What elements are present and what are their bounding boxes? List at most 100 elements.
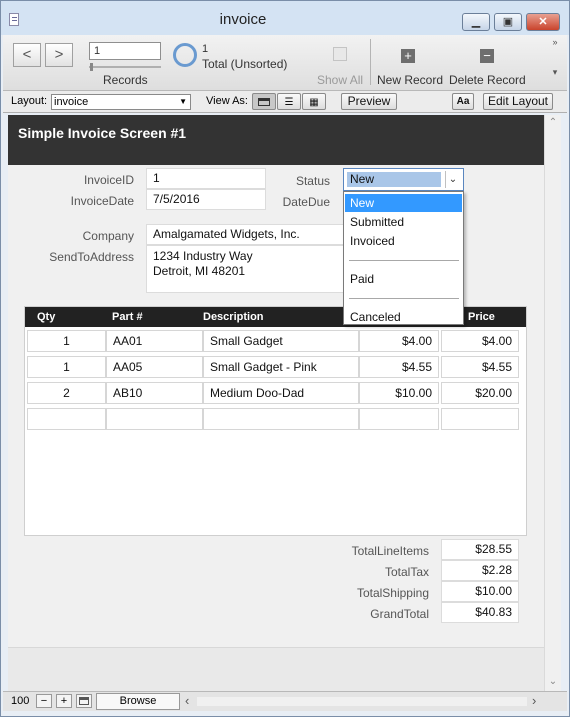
title-bar: invoice ▁ ▣ ✕ <box>1 1 569 35</box>
zoom-level[interactable]: 100 <box>11 695 29 707</box>
maximize-icon: ▣ <box>502 16 514 28</box>
formatting-bar-button[interactable]: Aa <box>452 93 474 110</box>
show-all-button[interactable]: Show All <box>317 73 363 87</box>
layout-select-value: invoice <box>54 96 89 108</box>
status-option-submitted[interactable]: Submitted <box>345 213 462 231</box>
unit-price-cell[interactable]: $4.55 <box>359 356 439 378</box>
address-line-1: 1234 Industry Way <box>153 249 253 263</box>
unit-price-cell[interactable]: $10.00 <box>359 382 439 404</box>
date-due-label: DateDue <box>282 195 330 209</box>
status-option-invoiced[interactable]: Invoiced <box>345 232 462 250</box>
view-as-label: View As: <box>206 95 248 107</box>
zoom-out-button[interactable]: − <box>36 694 52 708</box>
price-cell[interactable]: $20.00 <box>441 382 519 404</box>
description-cell[interactable]: Small Gadget <box>203 330 359 352</box>
new-record-icon: + <box>401 49 415 63</box>
invoice-date-field[interactable]: 7/5/2016 <box>146 189 266 210</box>
toolbar-overflow-icon[interactable]: » ▾ <box>549 37 561 87</box>
invoice-date-label: InvoiceDate <box>70 194 134 208</box>
mode-label: Browse <box>119 695 157 707</box>
scroll-up-icon[interactable]: ⌃ <box>545 117 561 128</box>
status-option-canceled[interactable]: Canceled <box>345 308 462 326</box>
status-popup-field[interactable]: New ⌄ <box>343 168 464 191</box>
status-option-new[interactable]: New <box>345 194 462 212</box>
view-as-list-button[interactable]: ☰ <box>277 93 301 110</box>
mode-selector[interactable]: Browse <box>96 693 180 710</box>
chevron-right-icon: > <box>54 46 64 63</box>
record-slider-thumb[interactable] <box>90 63 93 71</box>
scroll-down-icon[interactable]: ⌄ <box>545 676 561 687</box>
invoice-id-field[interactable]: 1 <box>146 168 266 189</box>
address-line-2: Detroit, MI 48201 <box>153 264 246 278</box>
description-cell[interactable]: Small Gadget - Pink <box>203 356 359 378</box>
qty-cell[interactable]: 1 <box>27 356 106 378</box>
company-field[interactable]: Amalgamated Widgets, Inc. <box>146 224 344 245</box>
total-shipping-field[interactable]: $10.00 <box>441 581 519 602</box>
grand-total-field[interactable]: $40.83 <box>441 602 519 623</box>
scroll-left-icon[interactable]: ‹ <box>185 693 189 708</box>
zoom-in-button[interactable]: + <box>56 694 72 708</box>
maximize-button[interactable]: ▣ <box>494 13 522 31</box>
edit-layout-button[interactable]: Edit Layout <box>483 93 553 110</box>
status-option-paid[interactable]: Paid <box>345 270 462 288</box>
status-toolbar: < > 1 Records 1 Total (Unsorted) Show Al… <box>3 35 567 91</box>
view-as-table-button[interactable]: ▦ <box>302 93 326 110</box>
description-cell-empty[interactable] <box>203 408 359 430</box>
send-to-address-field[interactable]: 1234 Industry Way Detroit, MI 48201 <box>146 245 344 293</box>
part-cell-empty[interactable] <box>106 408 203 430</box>
part-cell[interactable]: AA01 <box>106 330 203 352</box>
col-header-part: Part # <box>112 311 143 323</box>
preview-button[interactable]: Preview <box>341 93 397 110</box>
close-button[interactable]: ✕ <box>526 13 560 31</box>
col-header-description: Description <box>203 311 264 323</box>
part-cell[interactable]: AB10 <box>106 382 203 404</box>
table-view-icon: ▦ <box>309 97 319 108</box>
delete-record-button[interactable]: Delete Record <box>449 73 526 87</box>
unit-price-cell[interactable]: $4.00 <box>359 330 439 352</box>
record-slider[interactable] <box>89 63 161 71</box>
new-record-button[interactable]: New Record <box>377 73 443 87</box>
status-popup-value: New <box>347 172 441 187</box>
unit-price-cell-empty[interactable] <box>359 408 439 430</box>
previous-record-button[interactable]: < <box>13 43 41 67</box>
sort-status: Total (Unsorted) <box>202 57 288 71</box>
show-all-icon <box>333 47 347 61</box>
window-title: invoice <box>219 11 267 28</box>
toggle-toolbar-button[interactable] <box>76 694 92 708</box>
view-as-form-button[interactable] <box>252 93 276 110</box>
records-label: Records <box>103 73 148 87</box>
list-view-icon: ☰ <box>284 97 294 108</box>
price-cell-empty[interactable] <box>441 408 519 430</box>
part-cell[interactable]: AA05 <box>106 356 203 378</box>
invoice-id-label: InvoiceID <box>83 173 134 187</box>
layout-footer <box>8 647 544 691</box>
status-dropdown-list: New Submitted Invoiced Paid Canceled <box>343 191 464 325</box>
vertical-scrollbar[interactable]: ⌃ ⌄ <box>544 115 561 691</box>
layout-select[interactable]: invoice ▼ <box>51 94 191 110</box>
record-number-input[interactable]: 1 <box>89 42 161 60</box>
chevron-down-icon: ⌄ <box>445 171 460 188</box>
chevron-left-icon: < <box>22 46 32 63</box>
qty-cell-empty[interactable] <box>27 408 106 430</box>
status-bar: 100 − + Browse ‹ › <box>3 691 567 711</box>
status-label: Status <box>295 174 330 188</box>
app-window: invoice ▁ ▣ ✕ < > 1 Records 1 Total (Uns… <box>0 0 570 717</box>
description-cell[interactable]: Medium Doo-Dad <box>203 382 359 404</box>
minus-icon: − <box>40 695 48 707</box>
price-cell[interactable]: $4.00 <box>441 330 519 352</box>
next-record-button[interactable]: > <box>45 43 73 67</box>
minimize-button[interactable]: ▁ <box>462 13 490 31</box>
toolbar-toggle-icon <box>79 697 89 705</box>
found-count: 1 <box>202 43 209 55</box>
dropdown-separator <box>349 260 459 261</box>
delete-record-icon: − <box>480 49 494 63</box>
qty-cell[interactable]: 1 <box>27 330 106 352</box>
found-set-pie-icon <box>173 43 197 67</box>
total-line-items-field[interactable]: $28.55 <box>441 539 519 560</box>
chevron-down-icon: ▼ <box>179 97 187 106</box>
horizontal-scrollbar[interactable] <box>197 697 527 706</box>
scroll-right-icon[interactable]: › <box>532 693 536 708</box>
qty-cell[interactable]: 2 <box>27 382 106 404</box>
total-tax-field[interactable]: $2.28 <box>441 560 519 581</box>
price-cell[interactable]: $4.55 <box>441 356 519 378</box>
